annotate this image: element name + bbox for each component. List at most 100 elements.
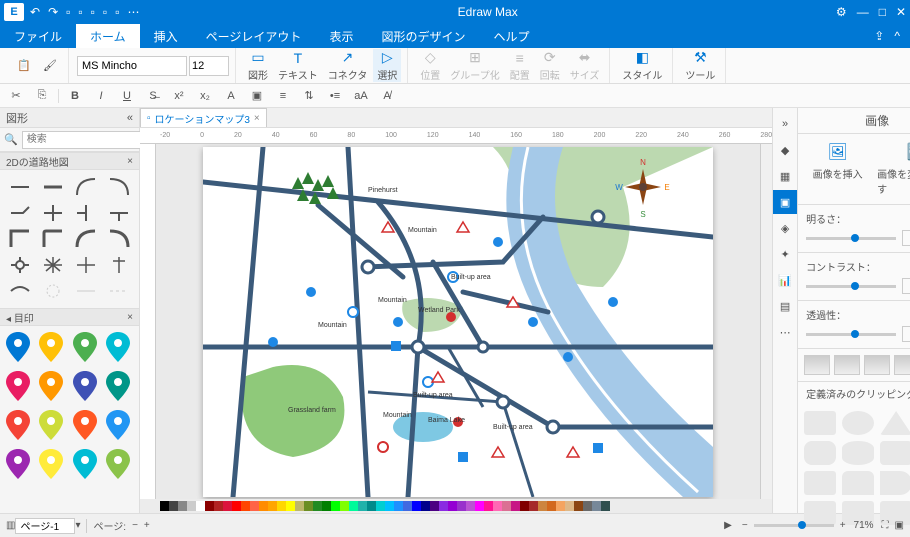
size-tool[interactable]: ⬌サイズ [566,49,604,82]
color-swatch[interactable] [583,501,592,511]
undo-button[interactable]: ↶ [30,5,40,19]
clip-shape[interactable] [880,411,910,435]
chart-icon[interactable]: 📊 [773,268,797,292]
scrollbar-vertical[interactable] [760,144,772,499]
minimize-button[interactable]: — [857,5,869,19]
color-swatch[interactable] [448,501,457,511]
qat-new-icon[interactable]: ▫ [66,5,70,19]
color-swatch[interactable] [196,501,205,511]
color-swatch[interactable] [412,501,421,511]
road-shape[interactable] [6,228,35,250]
maximize-button[interactable]: □ [879,5,886,19]
road-shape[interactable] [72,176,101,198]
copy-button[interactable]: ⎘ [32,86,52,106]
color-swatch[interactable] [268,501,277,511]
position-tool[interactable]: ◇位置 [416,49,444,82]
color-swatch[interactable] [484,501,493,511]
tab-insert[interactable]: 挿入 [140,24,192,48]
align-left-button[interactable]: ≡ [273,86,293,106]
effect-preset[interactable] [864,355,890,375]
color-swatch[interactable] [511,501,520,511]
fill-icon[interactable]: ◆ [773,138,797,162]
section-markers[interactable]: ◂ 目印× [0,308,139,326]
contrast-slider[interactable] [806,285,896,288]
qat-save-icon[interactable]: ▫ [91,5,95,19]
connector-tool[interactable]: ↗コネクタ [324,49,372,82]
map-pin[interactable] [39,371,66,404]
road-shape[interactable] [72,254,101,276]
fullscreen-button[interactable]: ▣ [895,520,904,531]
road-shape[interactable] [39,228,68,250]
bold-button[interactable]: B [65,86,85,106]
clear-format-button[interactable]: A̸ [377,86,397,106]
color-swatch[interactable] [358,501,367,511]
color-swatch[interactable] [313,501,322,511]
shape-tool[interactable]: ▭図形 [244,49,272,82]
transparency-slider[interactable] [806,333,896,336]
qat-export-icon[interactable]: ▫ [115,5,119,19]
color-swatch[interactable] [214,501,223,511]
tab-view[interactable]: 表示 [315,24,367,48]
road-shape[interactable] [39,280,68,302]
effects-icon[interactable]: ✦ [773,242,797,266]
section-2d-road-map[interactable]: 2Dの道路地図× [0,152,139,170]
text-tool[interactable]: Tテキスト [274,50,322,82]
map-pin[interactable] [6,449,33,482]
clip-shape[interactable] [880,441,910,465]
map-pin[interactable] [73,332,100,365]
color-swatch[interactable] [502,501,511,511]
zoom-slider[interactable] [754,524,834,527]
effect-preset[interactable] [804,355,830,375]
effect-preset[interactable] [834,355,860,375]
map-pin[interactable] [39,449,66,482]
paste-button[interactable]: 📋 [12,54,36,78]
color-swatch[interactable] [178,501,187,511]
road-shape[interactable] [72,280,101,302]
page-name-input[interactable] [15,518,75,534]
color-swatch[interactable] [547,501,556,511]
color-swatch[interactable] [466,501,475,511]
page-dropdown-icon[interactable]: ▾ [75,520,80,531]
color-swatch[interactable] [331,501,340,511]
map-pin[interactable] [39,410,66,443]
map-pin[interactable] [6,410,33,443]
road-shape[interactable] [6,254,35,276]
color-swatch[interactable] [277,501,286,511]
font-select[interactable] [77,56,187,76]
tab-page-layout[interactable]: ページレイアウト [192,24,316,48]
color-swatch[interactable] [160,501,169,511]
color-swatch[interactable] [259,501,268,511]
color-swatch[interactable] [574,501,583,511]
zoom-out-button[interactable]: − [742,520,748,531]
qat-open-icon[interactable]: ▫ [78,5,82,19]
color-swatch[interactable] [556,501,565,511]
collapse-left-icon[interactable]: « [127,112,133,124]
color-swatch[interactable] [601,501,610,511]
color-swatch[interactable] [169,501,178,511]
color-swatch[interactable] [187,501,196,511]
font-size-select[interactable] [189,56,229,76]
color-swatch[interactable] [421,501,430,511]
page[interactable]: N S E W Pinehurst Mountain Mountain Moun… [203,147,713,497]
case-button[interactable]: aA [351,86,371,106]
prev-page-button[interactable]: − [132,520,138,531]
layers-icon[interactable]: ◈ [773,216,797,240]
contrast-value[interactable]: 0 [902,278,910,294]
more-icon[interactable]: ⋯ [773,320,797,344]
close-button[interactable]: ✕ [896,5,906,19]
color-swatch[interactable] [538,501,547,511]
clip-shape[interactable] [842,471,874,495]
map-pin[interactable] [73,410,100,443]
map-pin[interactable] [6,332,33,365]
subscript-button[interactable]: x₂ [195,86,215,106]
bullets-button[interactable]: •≡ [325,86,345,106]
road-shape[interactable] [39,254,68,276]
color-swatch[interactable] [376,501,385,511]
clip-shape[interactable] [804,501,836,525]
play-button[interactable]: ▶ [724,520,732,531]
canvas[interactable]: N S E W Pinehurst Mountain Mountain Moun… [156,144,760,499]
road-shape[interactable] [6,202,35,224]
table-icon[interactable]: ▤ [773,294,797,318]
color-swatch[interactable] [592,501,601,511]
road-shape[interactable] [104,254,133,276]
